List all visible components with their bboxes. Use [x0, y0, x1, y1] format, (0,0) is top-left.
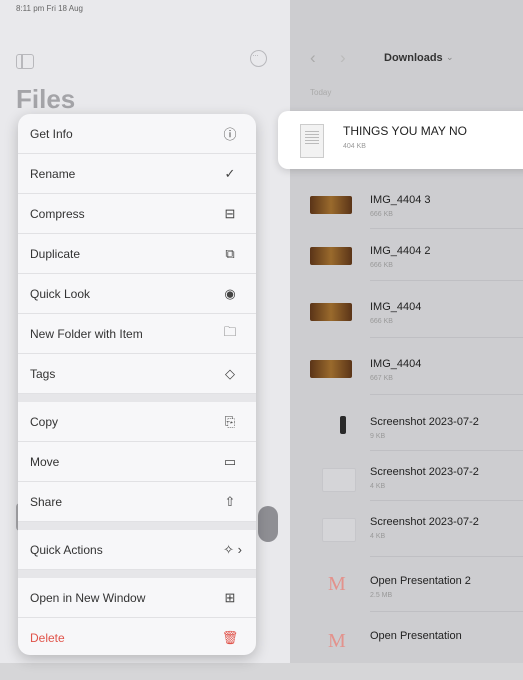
menu-item-new-folder-with-item[interactable]: New Folder with Item 🗀: [18, 314, 256, 354]
menu-item-open-in-new-window[interactable]: Open in New Window ⊞: [18, 578, 256, 618]
file-name: Screenshot 2023-07-2: [370, 466, 479, 478]
file-name: IMG_4404: [370, 301, 422, 313]
forward-icon[interactable]: ›: [340, 48, 346, 68]
file-size: 667 KB: [370, 375, 393, 382]
screenshot-thumbnail: [322, 468, 356, 492]
pencil-icon: ✓: [224, 165, 236, 181]
selected-file-size: 404 KB: [343, 143, 366, 150]
new-window-icon: ⊞: [224, 589, 236, 605]
sidebar-scroll-pill: [258, 506, 278, 542]
photo-thumbnail: [310, 247, 352, 265]
divider: [370, 611, 523, 612]
sparkles-icon: ✧ ›: [223, 541, 242, 557]
file-row[interactable]: M Open Presentation 2 2.5 MB: [310, 565, 523, 625]
menu-item-delete[interactable]: Delete 🗑: [18, 618, 256, 655]
menu-item-label: Tags: [30, 366, 56, 381]
menu-item-label: Delete: [30, 631, 65, 645]
folder-title[interactable]: Downloads: [384, 52, 443, 64]
file-size: 2.5 MB: [370, 592, 393, 599]
menu-item-quick-actions[interactable]: Quick Actions ✧ ›: [18, 530, 256, 570]
file-size: 666 KB: [370, 262, 393, 269]
file-name: Open Presentation: [370, 630, 462, 642]
menu-item-tags[interactable]: Tags ◇: [18, 354, 256, 394]
photo-thumbnail: [310, 196, 352, 214]
back-icon[interactable]: ‹: [310, 48, 316, 68]
page-title: Files: [16, 84, 76, 114]
file-size: 666 KB: [370, 318, 393, 325]
menu-separator: [18, 570, 256, 578]
sidebar-toggle-icon[interactable]: [16, 54, 34, 69]
file-size: 4 KB: [370, 483, 386, 490]
archive-box-icon: ⊟: [224, 205, 236, 221]
photo-thumbnail: [310, 303, 352, 321]
file-name: Screenshot 2023-07-2: [370, 416, 479, 428]
file-row[interactable]: IMG_4404 667 KB: [310, 344, 523, 404]
menu-item-label: New Folder with Item: [30, 326, 143, 341]
divider: [370, 280, 523, 281]
menu-item-label: Compress: [30, 206, 85, 221]
menu-separator: [18, 394, 256, 402]
folder-icon: ▭: [223, 453, 237, 469]
presentation-icon: M: [328, 630, 346, 652]
menu-item-label: Move: [30, 454, 60, 469]
info-icon: ⓘ: [223, 127, 237, 142]
presentation-icon: M: [328, 573, 346, 595]
menu-item-label: Quick Actions: [30, 542, 103, 557]
divider: [370, 394, 523, 395]
menu-item-move[interactable]: Move ▭: [18, 442, 256, 482]
folder-plus-icon: 🗀: [223, 323, 237, 339]
chevron-down-icon[interactable]: ⌄: [446, 52, 454, 63]
menu-item-copy[interactable]: Copy ⎘: [18, 402, 256, 442]
menu-item-duplicate[interactable]: Duplicate ⧉: [18, 234, 256, 274]
copy-icon: ⎘: [224, 413, 236, 429]
menu-item-label: Open in New Window: [30, 590, 146, 605]
file-name: IMG_4404 3: [370, 194, 431, 206]
menu-item-get-info[interactable]: Get Info ⓘ: [18, 114, 256, 154]
menu-item-share[interactable]: Share ⇧: [18, 482, 256, 522]
section-heading: Today: [310, 88, 332, 97]
tag-icon: ◇: [225, 365, 235, 381]
divider: [370, 337, 523, 338]
file-row[interactable]: M Open Presentation: [310, 620, 523, 680]
eye-icon: ◉: [224, 285, 236, 301]
file-size: 666 KB: [370, 211, 393, 218]
file-row[interactable]: IMG_4404 666 KB: [310, 287, 523, 347]
file-size: 4 KB: [370, 533, 386, 540]
share-icon: ⇧: [224, 493, 236, 509]
status-bar-time: 8:11 pm Fri 18 Aug: [16, 4, 83, 13]
screenshot-thumbnail: [322, 518, 356, 542]
screenshot-thumbnail: [340, 416, 346, 434]
menu-item-label: Quick Look: [30, 286, 91, 301]
menu-item-label: Copy: [30, 414, 59, 429]
menu-item-label: Share: [30, 494, 63, 509]
menu-item-quick-look[interactable]: Quick Look ◉: [18, 274, 256, 314]
file-name: Screenshot 2023-07-2: [370, 516, 479, 528]
selected-file-name: THINGS YOU MAY NO: [343, 124, 468, 138]
photo-thumbnail: [310, 360, 352, 378]
menu-item-label: Get Info: [30, 126, 73, 141]
file-row[interactable]: Screenshot 2023-07-2 4 KB: [310, 508, 523, 568]
menu-separator: [18, 522, 256, 530]
file-size: 9 KB: [370, 433, 386, 440]
context-menu: Get Info ⓘ Rename ✓ Compress ⊟ Duplicate…: [18, 114, 256, 655]
menu-item-compress[interactable]: Compress ⊟: [18, 194, 256, 234]
duplicate-icon: ⧉: [225, 245, 235, 261]
document-thumbnail: [300, 124, 324, 158]
file-name: IMG_4404 2: [370, 245, 431, 257]
divider: [370, 556, 523, 557]
divider: [370, 450, 523, 451]
menu-item-label: Rename: [30, 166, 76, 181]
file-name: IMG_4404: [370, 358, 422, 370]
divider: [370, 500, 523, 501]
menu-item-rename[interactable]: Rename ✓: [18, 154, 256, 194]
file-name: Open Presentation 2: [370, 575, 471, 587]
file-row[interactable]: IMG_4404 2 666 KB: [310, 231, 523, 291]
trash-icon: 🗑: [221, 630, 239, 645]
menu-item-label: Duplicate: [30, 246, 81, 261]
divider: [370, 228, 523, 229]
more-options-icon[interactable]: [250, 50, 267, 67]
